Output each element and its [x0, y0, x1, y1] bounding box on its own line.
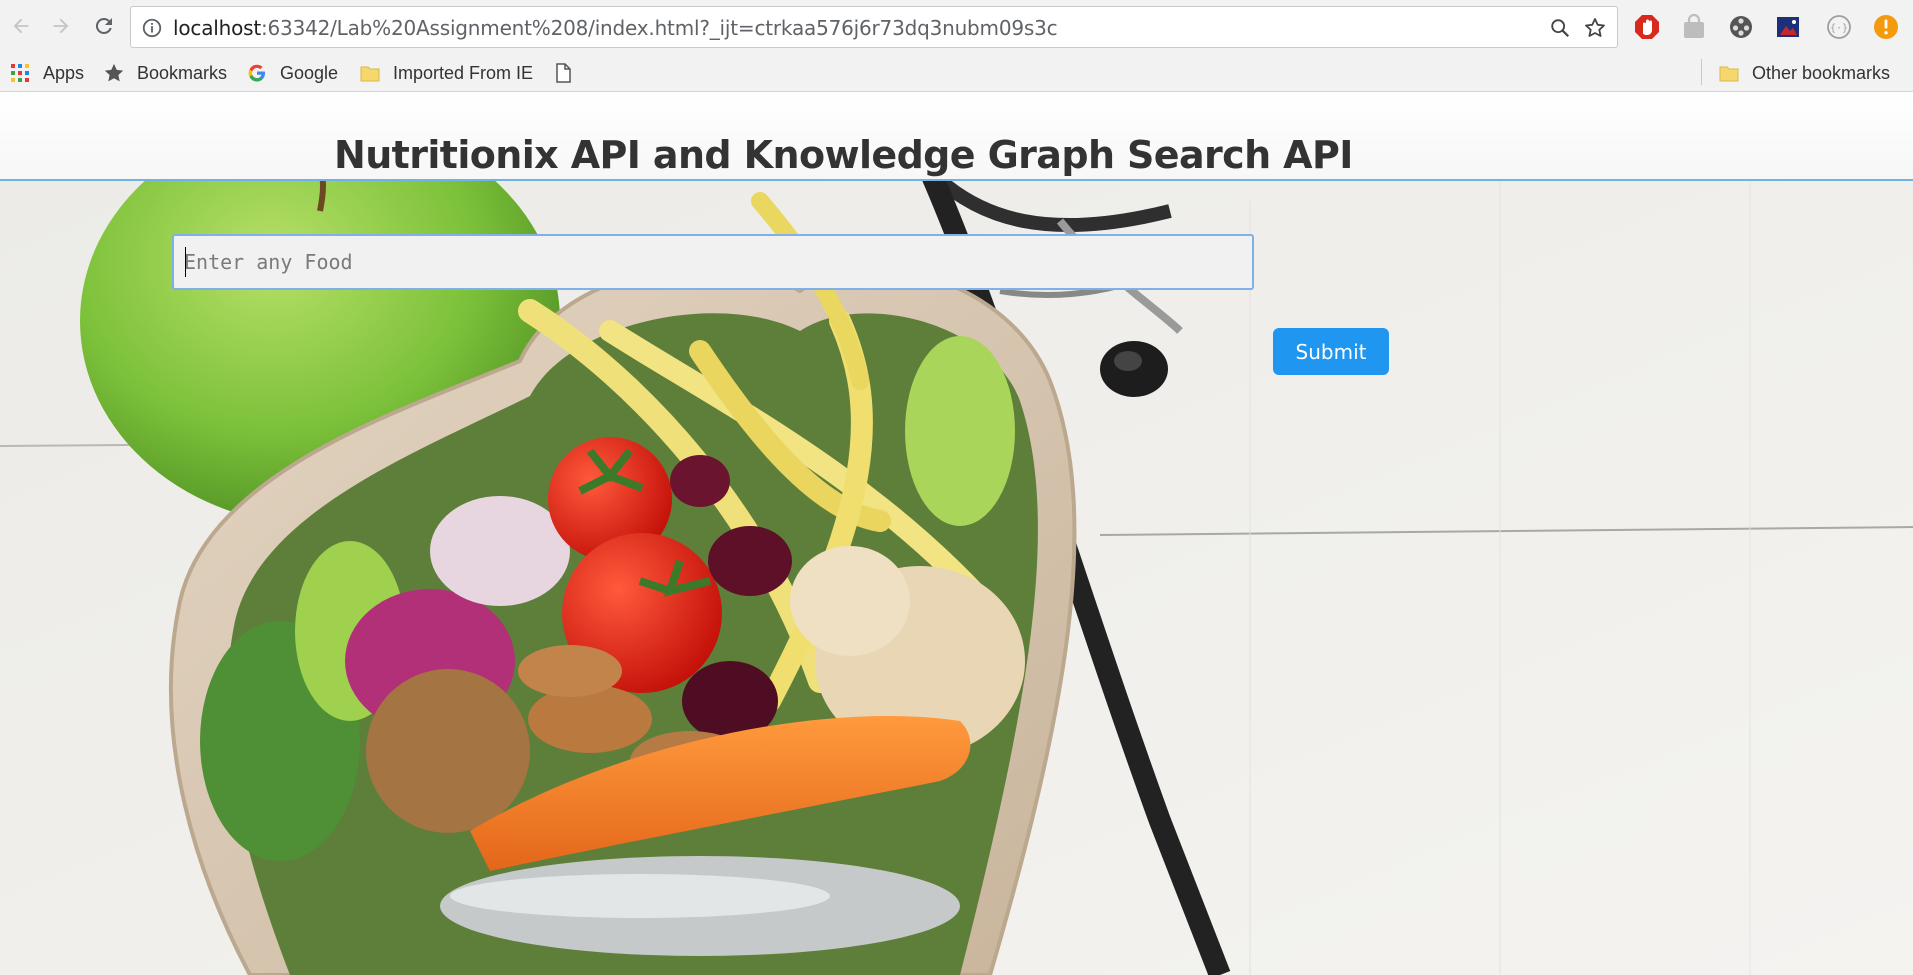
- url-path: :63342/Lab%20Assignment%208/index.html?_…: [260, 16, 1058, 40]
- address-bar[interactable]: localhost:63342/Lab%20Assignment%208/ind…: [130, 6, 1618, 48]
- shopping-bag-extension-icon[interactable]: [1680, 13, 1708, 41]
- film-reel-extension-icon[interactable]: [1727, 13, 1755, 41]
- page-content: Nutritionix API and Knowledge Graph Sear…: [0, 93, 1913, 975]
- folder-icon: [359, 62, 381, 84]
- page-header: Nutritionix API and Knowledge Graph Sear…: [0, 93, 1913, 181]
- bookmark-label: Other bookmarks: [1752, 62, 1891, 83]
- bookmark-star-icon[interactable]: [1583, 16, 1607, 40]
- bookmark-google[interactable]: Google: [246, 60, 338, 86]
- url-host: localhost: [173, 16, 261, 40]
- forward-arrow-icon: [53, 18, 69, 34]
- star-icon: [103, 62, 125, 84]
- back-arrow-icon: [13, 18, 29, 34]
- bookmarks-bar: Apps Bookmarks Google Imported From IE O…: [0, 54, 1913, 92]
- apps-grid-icon: [9, 62, 31, 84]
- adblock-extension-icon[interactable]: [1633, 13, 1661, 41]
- bookmark-label: Bookmarks: [137, 62, 228, 83]
- forward-button[interactable]: [46, 11, 76, 41]
- submit-button[interactable]: Submit: [1273, 328, 1389, 375]
- bookmark-other-bookmarks[interactable]: Other bookmarks: [1718, 60, 1890, 86]
- bookmark-label: Google: [280, 62, 339, 83]
- svg-text:{·}: {·}: [1830, 23, 1848, 34]
- bookmark-imported-from-ie[interactable]: Imported From IE: [359, 60, 533, 86]
- flag-extension-icon[interactable]: [1774, 13, 1802, 41]
- back-button[interactable]: [6, 11, 36, 41]
- page-icon: [552, 62, 574, 84]
- bookmark-label: Apps: [43, 62, 85, 83]
- google-icon: [246, 62, 268, 84]
- food-search-input[interactable]: [172, 234, 1254, 290]
- bookmarks-separator: [1701, 59, 1702, 85]
- bookmark-apps[interactable]: Apps: [9, 60, 84, 86]
- reload-button[interactable]: [89, 11, 119, 41]
- food-background-image: [0, 181, 1913, 975]
- text-caret: [185, 247, 186, 277]
- bookmark-label: Imported From IE: [393, 62, 534, 83]
- info-icon[interactable]: [141, 17, 163, 39]
- page-title: Nutritionix API and Knowledge Graph Sear…: [334, 133, 1353, 177]
- bookmark-bookmarks[interactable]: Bookmarks: [103, 60, 227, 86]
- alert-notification-icon[interactable]: [1872, 13, 1900, 41]
- reload-icon: [95, 17, 112, 34]
- code-brackets-extension-icon[interactable]: {·}: [1825, 13, 1853, 41]
- bookmark-page[interactable]: [552, 60, 586, 86]
- folder-icon: [1718, 62, 1740, 84]
- browser-toolbar: localhost:63342/Lab%20Assignment%208/ind…: [0, 0, 1913, 54]
- url-text[interactable]: localhost:63342/Lab%20Assignment%208/ind…: [173, 16, 1058, 40]
- zoom-icon[interactable]: [1549, 17, 1571, 39]
